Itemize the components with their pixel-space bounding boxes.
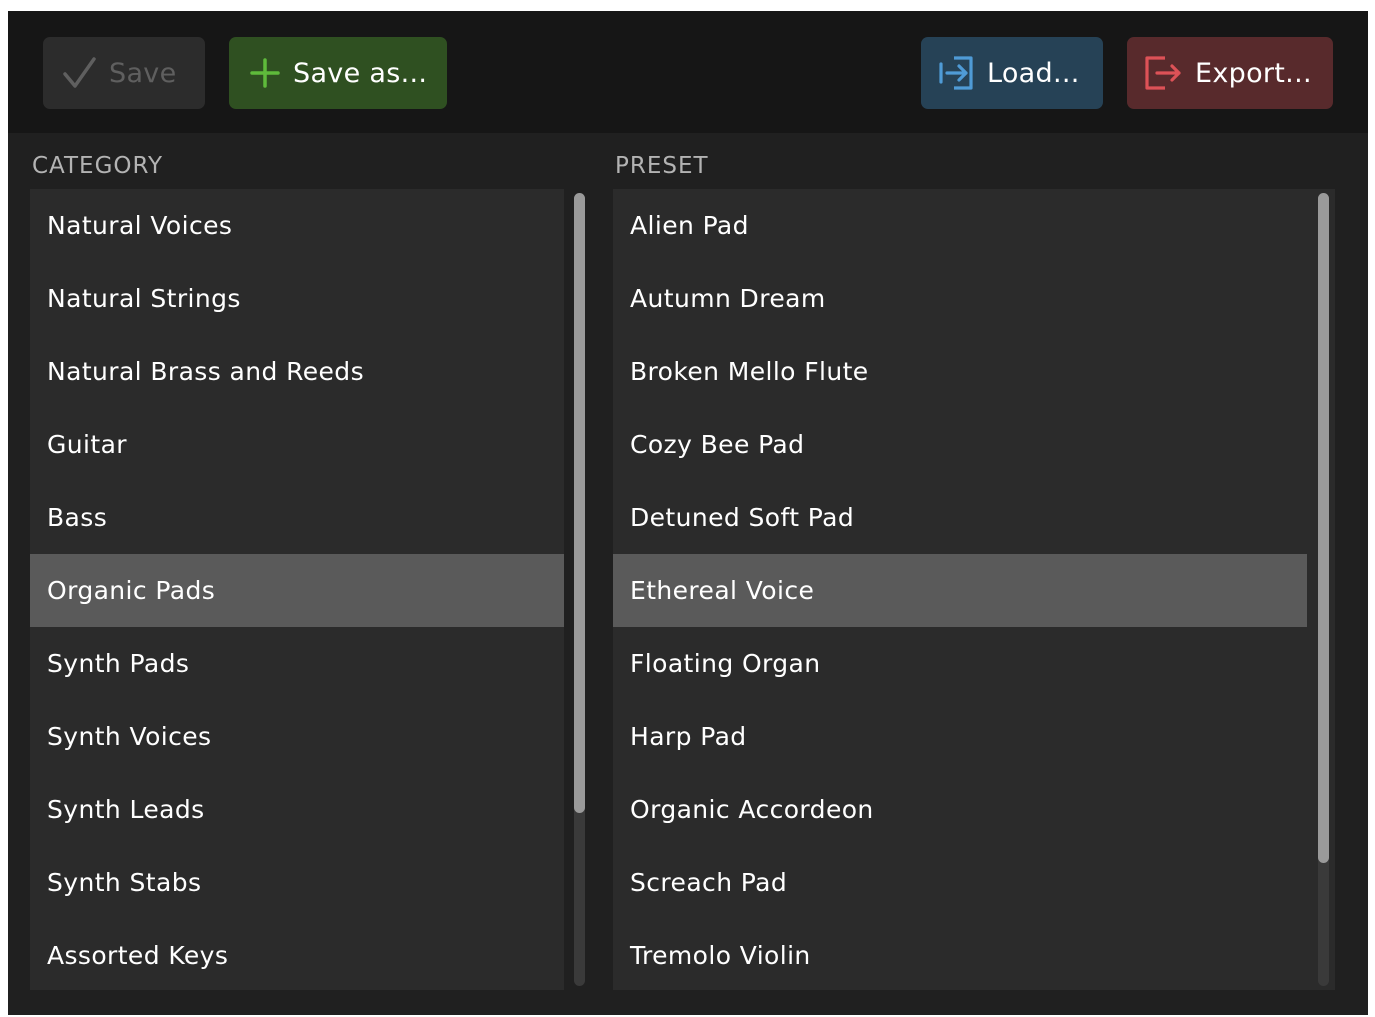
category-item-organic-pads[interactable]: Organic Pads — [30, 554, 564, 627]
category-item-natural-voices[interactable]: Natural Voices — [30, 189, 564, 262]
load-button[interactable]: Load... — [921, 37, 1103, 109]
preset-header: PRESET — [615, 153, 709, 179]
preset-item-floating-organ[interactable]: Floating Organ — [613, 627, 1307, 700]
preset-item-broken-mello-flute[interactable]: Broken Mello Flute — [613, 335, 1307, 408]
save-as-button[interactable]: Save as... — [229, 37, 447, 109]
category-item-assorted-keys[interactable]: Assorted Keys — [30, 919, 564, 990]
toolbar: Save Save as... Load... Export... — [8, 11, 1368, 133]
preset-item-autumn-dream[interactable]: Autumn Dream — [613, 262, 1307, 335]
preset-browser-window: Save Save as... Load... Export... CATEGO… — [8, 11, 1368, 1015]
category-item-synth-pads[interactable]: Synth Pads — [30, 627, 564, 700]
save-as-button-label: Save as... — [293, 57, 428, 89]
export-button-label: Export... — [1195, 57, 1312, 89]
preset-item-screach-pad[interactable]: Screach Pad — [613, 846, 1307, 919]
preset-item-tremolo-violin[interactable]: Tremolo Violin — [613, 919, 1307, 990]
category-item-guitar[interactable]: Guitar — [30, 408, 564, 481]
load-icon — [937, 54, 975, 92]
category-scroll-thumb[interactable] — [574, 193, 585, 813]
category-header: CATEGORY — [32, 153, 164, 179]
preset-item-detuned-soft-pad[interactable]: Detuned Soft Pad — [613, 481, 1307, 554]
preset-scroll-thumb[interactable] — [1318, 193, 1329, 863]
preset-item-ethereal-voice[interactable]: Ethereal Voice — [613, 554, 1307, 627]
category-item-bass[interactable]: Bass — [30, 481, 564, 554]
preset-scrollbar[interactable] — [1318, 193, 1329, 986]
export-button[interactable]: Export... — [1127, 37, 1333, 109]
checkmark-icon — [61, 55, 97, 91]
export-icon — [1143, 54, 1183, 92]
category-item-synth-voices[interactable]: Synth Voices — [30, 700, 564, 773]
category-item-natural-strings[interactable]: Natural Strings — [30, 262, 564, 335]
preset-list: Alien Pad Autumn Dream Broken Mello Flut… — [613, 189, 1335, 990]
save-button-label: Save — [109, 57, 177, 89]
plus-icon — [249, 57, 281, 89]
preset-item-cozy-bee-pad[interactable]: Cozy Bee Pad — [613, 408, 1307, 481]
preset-item-alien-pad[interactable]: Alien Pad — [613, 189, 1307, 262]
save-button[interactable]: Save — [43, 37, 205, 109]
category-item-synth-leads[interactable]: Synth Leads — [30, 773, 564, 846]
category-list: Natural Voices Natural Strings Natural B… — [30, 189, 564, 990]
preset-item-organic-accordeon[interactable]: Organic Accordeon — [613, 773, 1307, 846]
category-item-synth-stabs[interactable]: Synth Stabs — [30, 846, 564, 919]
category-scrollbar[interactable] — [574, 193, 585, 986]
preset-item-harp-pad[interactable]: Harp Pad — [613, 700, 1307, 773]
load-button-label: Load... — [987, 57, 1080, 89]
category-item-natural-brass-and-reeds[interactable]: Natural Brass and Reeds — [30, 335, 564, 408]
